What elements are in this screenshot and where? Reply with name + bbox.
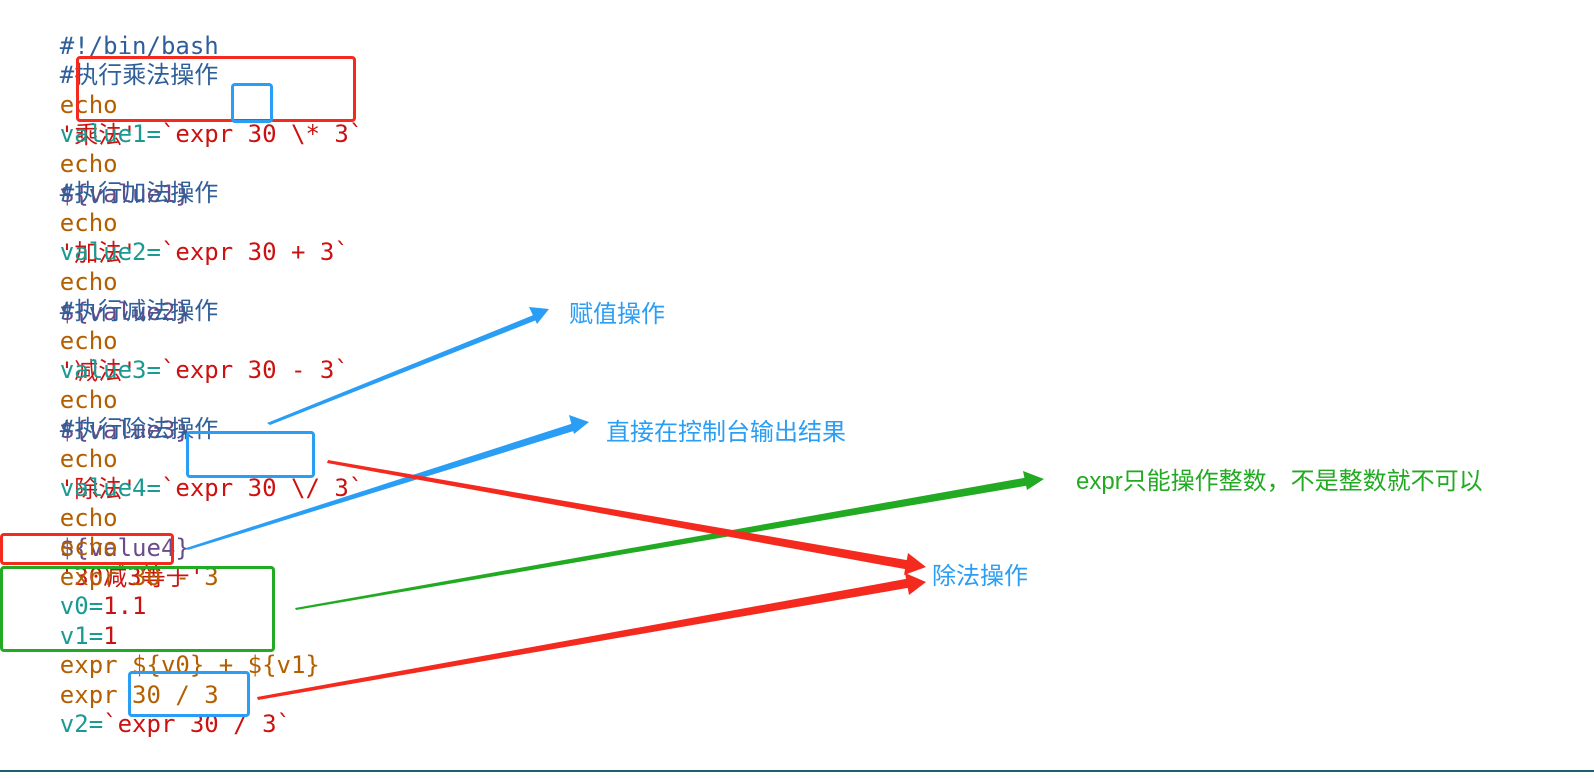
arrow-head-division-2 bbox=[905, 573, 926, 595]
arrow-to-division-label-2 bbox=[257, 578, 913, 700]
arrow-to-assign-label bbox=[267, 314, 539, 425]
arrow-head-integer bbox=[1023, 471, 1044, 490]
annotation-label-console: 直接在控制台输出结果 bbox=[606, 419, 846, 446]
arrow-to-integer-label bbox=[295, 477, 1031, 610]
arrow-head-division-1 bbox=[904, 553, 926, 575]
editor-bottom-border bbox=[0, 770, 1594, 772]
annotation-label-division: 除法操作 bbox=[932, 563, 1028, 590]
code-editor[interactable]: #!/bin/bash #执行乘法操作 echo '乘法' value1=`ex… bbox=[0, 0, 1594, 779]
arrow-to-console-label bbox=[186, 423, 577, 550]
annotation-label-assign: 赋值操作 bbox=[569, 301, 665, 328]
annotation-label-integer-only: expr只能操作整数，不是整数就不可以 bbox=[1076, 468, 1483, 495]
annotation-arrows bbox=[186, 307, 1044, 700]
